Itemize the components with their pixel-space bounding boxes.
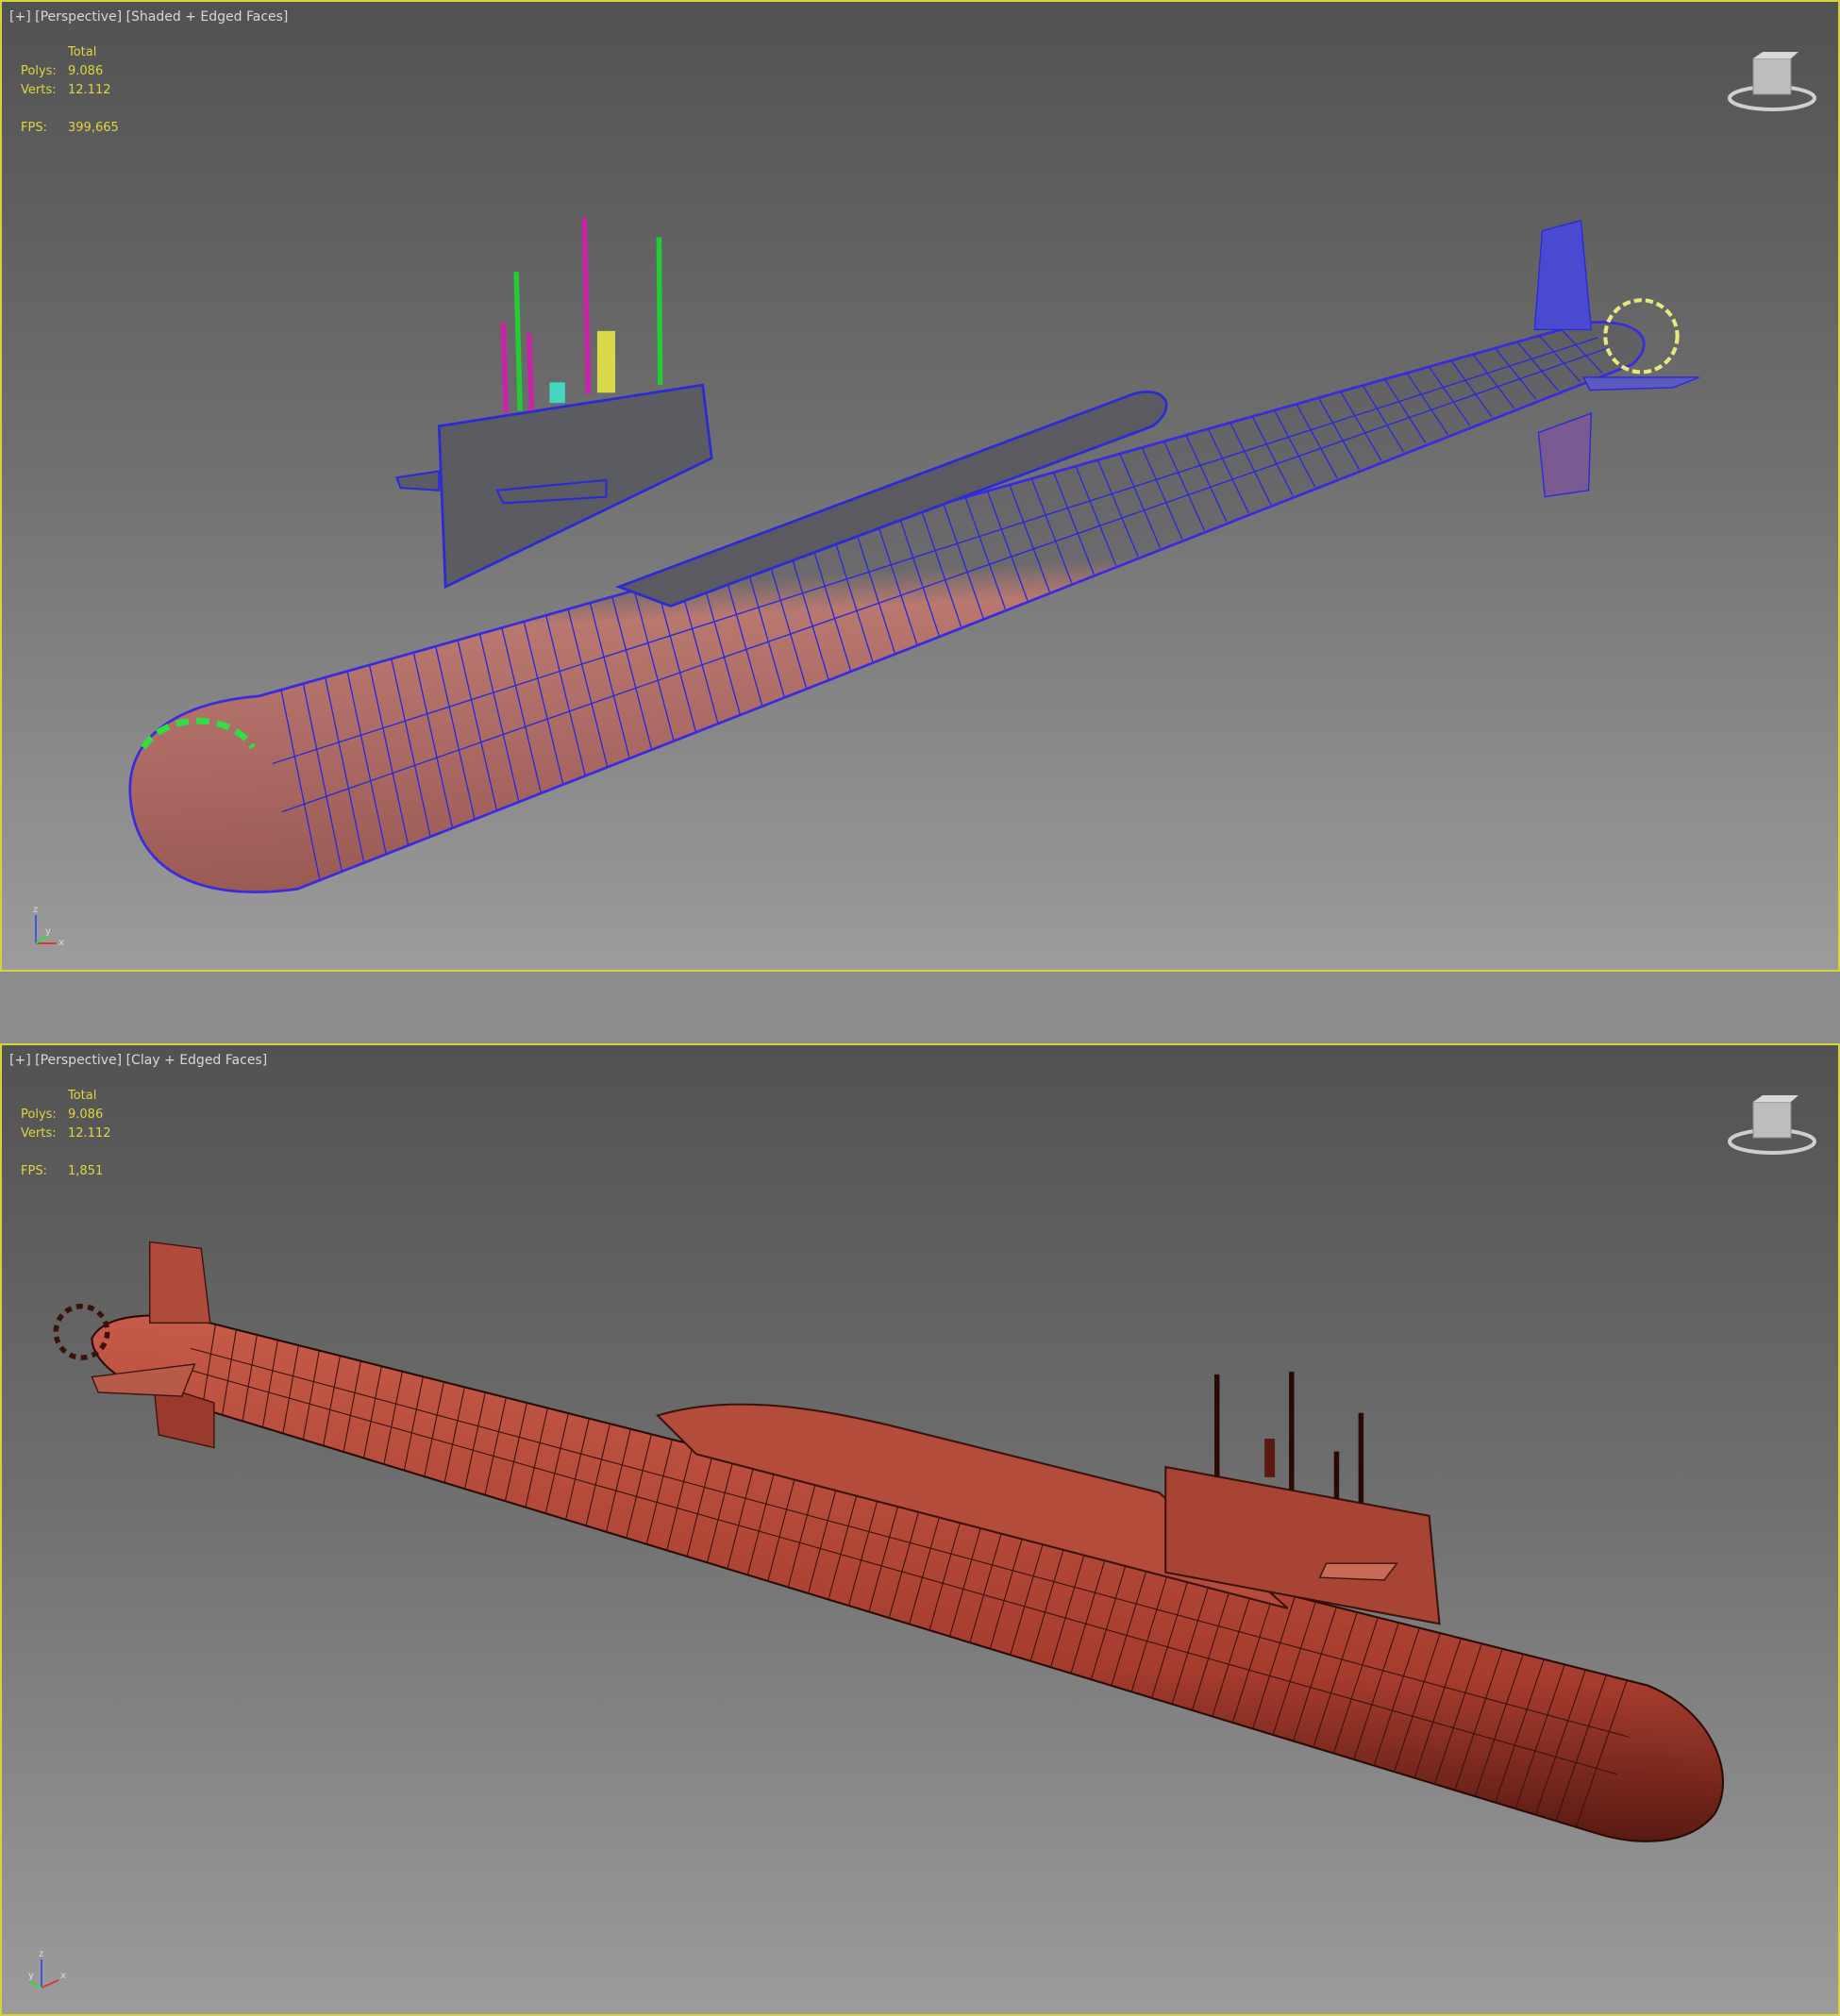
fps-value: 399,665 — [68, 121, 119, 135]
submarine-shaded-model — [128, 217, 1700, 893]
axis-gizmo-icon: z y x — [33, 905, 64, 948]
viewport-shading-label[interactable]: [Clay + Edged Faces] — [126, 1053, 268, 1068]
statistics-overlay: Total Polys: 9.086 Verts: 12.112 FPS: 399,6… — [21, 43, 119, 138]
fps-label: FPS: — [21, 121, 47, 135]
fps-label: FPS: — [21, 1164, 47, 1178]
stats-total-header: Total — [68, 1089, 97, 1103]
stats-total-header: Total — [68, 45, 97, 59]
viewport-top-shaded[interactable]: [+] [Perspective] [Shaded + Edged Faces]… — [0, 0, 1840, 972]
viewcube-icon[interactable] — [1725, 1092, 1819, 1158]
upper-rudder — [149, 1241, 211, 1325]
upper-rudder — [1533, 219, 1593, 331]
hull — [128, 321, 1646, 893]
polys-value: 9.086 — [68, 64, 104, 78]
viewport-label[interactable]: [+] [Perspective] [Clay + Edged Faces] — [9, 1053, 267, 1068]
axis-y-label: y — [45, 926, 51, 937]
viewport-shading-label[interactable]: [Shaded + Edged Faces] — [126, 9, 289, 25]
viewport-view-label[interactable]: [Perspective] — [35, 1053, 122, 1068]
axis-gizmo-icon: z y x — [28, 1949, 66, 1989]
axis-x-label: x — [60, 1971, 66, 1981]
viewport-menu-plus[interactable]: [+] — [9, 9, 31, 25]
polys-label: Polys: — [21, 1108, 57, 1122]
verts-label: Verts: — [21, 1126, 57, 1141]
viewport-view-label[interactable]: [Perspective] — [35, 9, 122, 25]
fps-value: 1,851 — [68, 1164, 104, 1178]
axis-z-label: z — [39, 1949, 43, 1959]
polys-value: 9.086 — [68, 1108, 104, 1122]
verts-value: 12.112 — [68, 83, 111, 97]
statistics-overlay: Total Polys: 9.086 Verts: 12.112 FPS: 1,851 — [21, 1087, 111, 1181]
viewport-menu-plus[interactable]: [+] — [9, 1053, 31, 1068]
wireframe-edge — [281, 347, 1609, 813]
viewport-bottom-clay[interactable]: [+] [Perspective] [Clay + Edged Faces] T… — [0, 1043, 1840, 2016]
polys-label: Polys: — [21, 64, 57, 78]
axis-z-label: z — [33, 905, 38, 915]
hull — [91, 1314, 1724, 1842]
verts-value: 12.112 — [68, 1126, 111, 1141]
viewcube-icon[interactable] — [1725, 49, 1819, 115]
lower-rudder — [1537, 412, 1593, 498]
axis-x-label: x — [59, 938, 64, 948]
axis-y-label: y — [28, 1971, 34, 1981]
submarine-clay-model — [53, 1241, 1724, 1842]
viewport-label[interactable]: [+] [Perspective] [Shaded + Edged Faces] — [9, 9, 288, 25]
verts-label: Verts: — [21, 83, 57, 97]
